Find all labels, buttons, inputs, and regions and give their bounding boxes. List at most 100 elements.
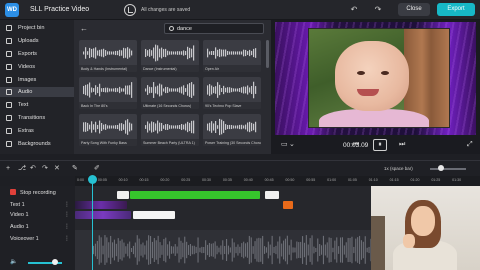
fullscreen-button[interactable]: ⤢ <box>467 140 473 150</box>
track-name-video[interactable]: Video 1 <box>10 212 29 218</box>
ruler-tick-label: 01:00 <box>327 178 337 182</box>
track-headers: Stop recording Text 1 ⋮ Video 1 ⋮ Audio … <box>0 186 75 270</box>
image-clip[interactable] <box>133 211 175 219</box>
preview-canvas[interactable] <box>275 22 476 135</box>
video-clip[interactable] <box>75 211 131 219</box>
photo-mouth <box>357 89 379 96</box>
search-box[interactable] <box>164 23 264 34</box>
sidebar-item-extras[interactable]: Extras <box>0 126 74 136</box>
undo-button[interactable]: ↶ <box>346 4 362 16</box>
sidebar-item-label: Transitions <box>18 115 46 121</box>
video-icon <box>6 64 12 70</box>
zoom-slider-knob[interactable] <box>438 165 444 171</box>
zoom-slider[interactable] <box>430 165 466 171</box>
track-menu-icon[interactable]: ⋮ <box>64 211 70 218</box>
video-clip[interactable] <box>75 201 127 209</box>
sidebar-item-audio[interactable]: Audio <box>0 87 74 97</box>
add-icon[interactable]: + <box>6 164 10 174</box>
audio-tile[interactable]: Body & Hands (Instrumental) <box>79 40 137 72</box>
sidebar-item-label: Audio <box>18 89 33 95</box>
sidebar-item-videos[interactable]: Videos <box>0 62 74 72</box>
track-name-voiceover[interactable]: Voiceover 1 <box>10 236 39 242</box>
audio-tile[interactable]: Power Training (30 Seconds Chorus) <box>203 114 261 146</box>
sidebar-item-exports[interactable]: Exports <box>0 49 74 59</box>
stop-recording-label: Stop recording <box>20 190 56 196</box>
export-button[interactable]: Export <box>437 3 475 16</box>
audio-tile[interactable]: Party Song With Funky Bass <box>79 114 137 146</box>
audio-tile[interactable]: Back In The 80's <box>79 77 137 109</box>
waveform-graphic <box>83 119 133 135</box>
pencil-icon[interactable]: ✎ <box>72 164 78 174</box>
text-clip[interactable] <box>283 201 293 209</box>
webcam-overlay <box>371 186 480 270</box>
volume-slider-knob[interactable] <box>52 259 59 265</box>
chevron-down-icon[interactable]: ⌄ <box>289 140 295 150</box>
back-arrow-icon[interactable]: ← <box>80 24 90 34</box>
waveform-graphic <box>145 120 195 134</box>
audio-tile-label: Party Song With Funky Bass <box>79 139 137 146</box>
playhead-line <box>92 183 93 270</box>
ruler-tick-label: 00:45 <box>264 178 274 182</box>
audio-tile-label: Summer Beach Party (ULTRA 1) <box>141 139 199 146</box>
track-menu-icon[interactable]: ⋮ <box>64 223 70 230</box>
redo-small-icon[interactable]: ↷ <box>42 164 48 174</box>
photo-eye <box>357 71 365 75</box>
audio-tile[interactable]: 90's Techno Pop Slave <box>203 77 261 109</box>
sidebar-item-backgrounds[interactable]: Backgrounds <box>0 139 74 149</box>
sidebar-item-project-bin[interactable]: Project bin <box>0 23 74 33</box>
sidebar-item-label: Videos <box>18 64 36 70</box>
sidebar-item-images[interactable]: Images <box>0 75 74 85</box>
audio-tile[interactable]: Ultimate (16 Seconds Chorus) <box>141 77 199 109</box>
aspect-ratio-icon[interactable]: ▭ <box>281 140 288 150</box>
voiceover-waveform[interactable] <box>75 230 371 270</box>
search-input[interactable] <box>177 25 261 33</box>
waveform-graphic <box>207 118 257 136</box>
delete-icon[interactable]: ✕ <box>54 164 60 174</box>
app-logo[interactable]: WD <box>5 3 19 17</box>
title-clip[interactable] <box>117 191 129 199</box>
split-icon[interactable]: ⎇ <box>18 164 26 174</box>
track-menu-icon[interactable]: ⋮ <box>64 235 70 242</box>
ruler-tick-label: 01:20 <box>410 178 420 182</box>
audio-tile[interactable]: Dance (Instrumental) <box>141 40 199 72</box>
webcam-person-hand <box>403 234 415 248</box>
timeline-tracks <box>75 186 371 270</box>
sidebar-item-transitions[interactable]: Transitions <box>0 113 74 123</box>
preview-photo <box>308 28 450 128</box>
title-clip[interactable] <box>265 191 279 199</box>
skip-back-button[interactable]: ⏮ <box>353 140 359 150</box>
webcam-background-shelf <box>371 216 385 270</box>
record-stop-icon <box>10 189 16 195</box>
ruler-tick-label: 00:15 <box>139 178 149 182</box>
timeline-ruler[interactable]: 0:00 00:05 00:10 00:15 00:20 00:25 00:30 00:35 0… <box>75 176 480 186</box>
image-icon <box>6 77 12 83</box>
audio-tile-label: Back In The 80's <box>79 102 137 109</box>
undo-small-icon[interactable]: ↶ <box>30 164 36 174</box>
project-title[interactable]: SLL Practice Video <box>30 6 89 13</box>
skip-forward-button[interactable]: ⏭ <box>399 140 405 150</box>
draw-icon[interactable]: ✐ <box>94 164 100 174</box>
library-scrollbar[interactable] <box>266 40 269 68</box>
preview-controls: ▭ ⌄ 00:03.09 ⏮ ⏸ ⏭ ⤢ <box>271 137 480 154</box>
save-status: All changes are saved <box>141 7 191 13</box>
play-pause-button[interactable]: ⏸ <box>373 139 387 151</box>
audio-clip[interactable] <box>130 191 260 199</box>
audio-tile[interactable]: Open Air <box>203 40 261 72</box>
save-status-icon <box>124 4 136 16</box>
audio-tile[interactable]: Summer Beach Party (ULTRA 1) <box>141 114 199 146</box>
track-name-audio[interactable]: Audio 1 <box>10 224 29 230</box>
redo-button[interactable]: ↷ <box>370 4 386 16</box>
volume-slider[interactable] <box>28 259 62 265</box>
photo-shirt <box>319 109 429 127</box>
track-menu-icon[interactable]: ⋮ <box>64 201 70 208</box>
sidebar-item-label: Uploads <box>18 38 39 44</box>
sidebar-item-label: Extras <box>18 128 34 134</box>
close-button[interactable]: Close <box>398 3 430 16</box>
text-icon <box>6 102 12 108</box>
track-name-text[interactable]: Text 1 <box>10 202 25 208</box>
sidebar-item-uploads[interactable]: Uploads <box>0 36 74 46</box>
sidebar-item-text[interactable]: Text <box>0 100 74 110</box>
ruler-tick-label: 00:50 <box>285 178 295 182</box>
top-bar: WD SLL Practice Video All changes are sa… <box>0 0 480 20</box>
stop-recording-button[interactable]: Stop recording <box>10 189 56 196</box>
